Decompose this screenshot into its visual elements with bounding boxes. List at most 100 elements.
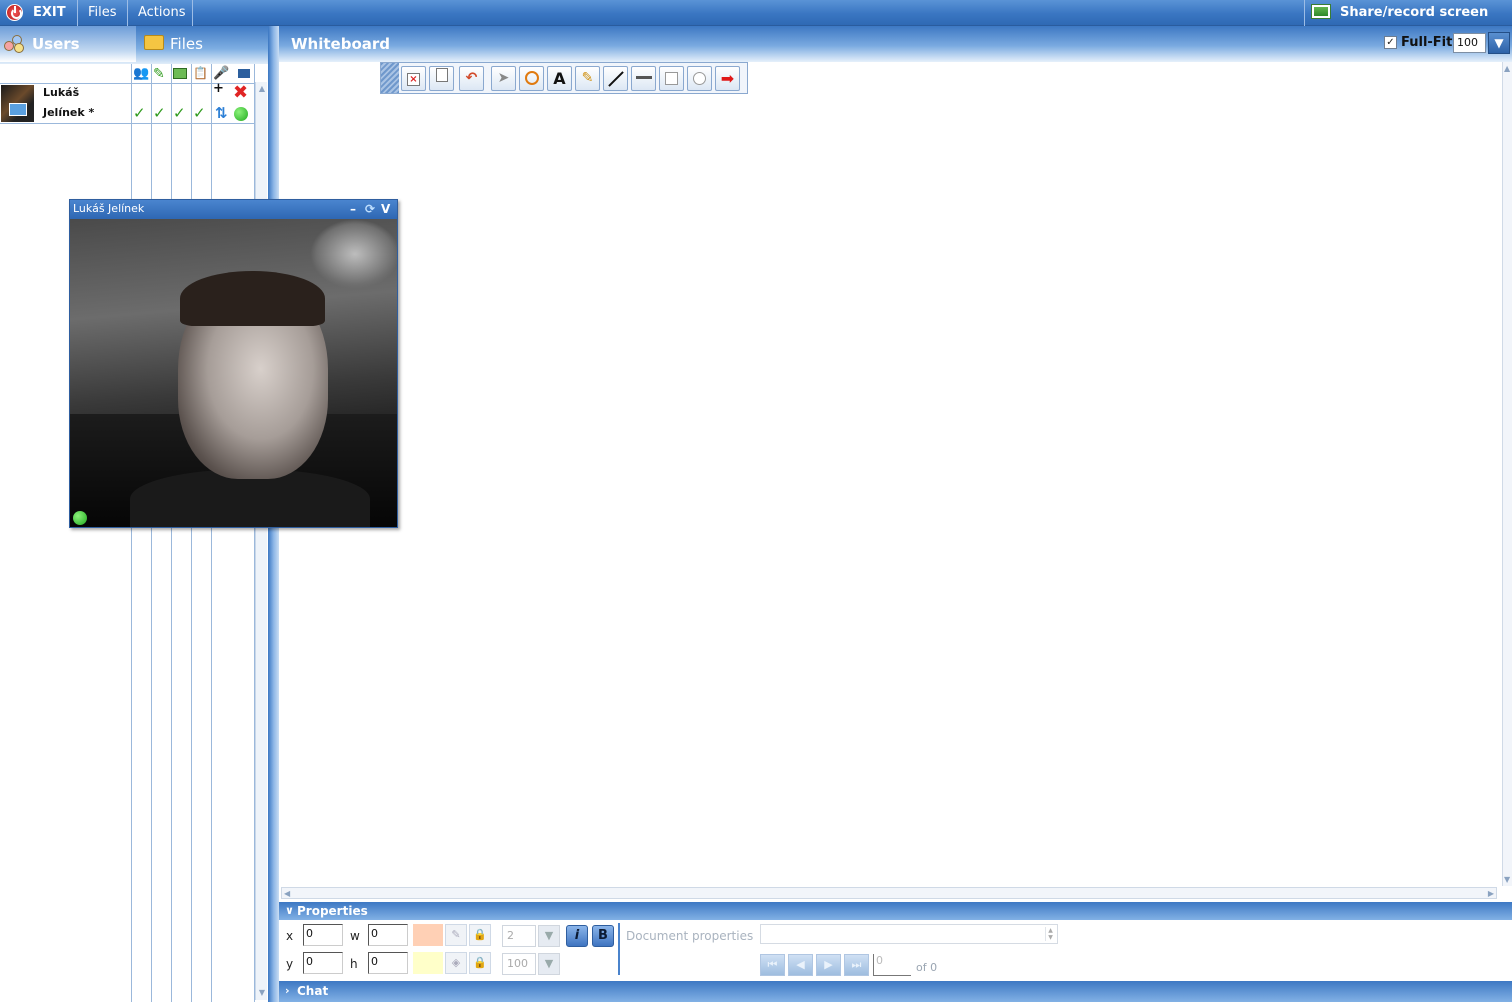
new-page-icon[interactable] bbox=[429, 66, 454, 91]
sync-icon[interactable]: ⟳ bbox=[365, 201, 375, 217]
whiteboard-title: Whiteboard bbox=[291, 35, 391, 53]
fill-icon[interactable]: ◈ bbox=[445, 952, 467, 974]
remove-user-icon[interactable]: ✖ bbox=[233, 84, 248, 102]
chevron-down-icon[interactable]: ▼ bbox=[538, 925, 560, 947]
rectangle-icon[interactable] bbox=[659, 66, 684, 91]
online-status-icon bbox=[73, 511, 87, 525]
last-page-button[interactable]: ⏭ bbox=[844, 954, 869, 976]
whiteboard-canvas[interactable] bbox=[279, 62, 1502, 886]
previous-page-button[interactable]: ◀ bbox=[788, 954, 813, 976]
camera-icon[interactable] bbox=[238, 66, 254, 82]
properties-title: Properties bbox=[297, 904, 368, 918]
next-page-button[interactable]: ▶ bbox=[816, 954, 841, 976]
lock-icon[interactable]: 🔒 bbox=[469, 924, 491, 946]
left-tabs: Users Files bbox=[0, 26, 268, 64]
files-menu[interactable]: Files bbox=[78, 0, 128, 26]
chevron-down-icon: ∨ bbox=[285, 904, 294, 917]
italic-button[interactable]: i bbox=[566, 925, 588, 947]
menubar: EXIT Files Actions Share/record screen bbox=[0, 0, 1512, 26]
fullfit-checkbox[interactable]: ✓ bbox=[1384, 36, 1397, 49]
page-input[interactable]: 0 bbox=[873, 954, 911, 976]
video-window-titlebar[interactable]: Lukáš Jelínek – ⟳ V bbox=[70, 200, 397, 219]
share-record-screen-button[interactable]: Share/record screen bbox=[1304, 0, 1512, 26]
page-count: of 0 bbox=[916, 961, 938, 974]
properties-header[interactable]: ∨ Properties bbox=[279, 902, 1512, 920]
actions-menu[interactable]: Actions bbox=[128, 0, 193, 26]
zoom-input[interactable]: 100 bbox=[1453, 33, 1486, 53]
pencil-icon[interactable]: ✎ bbox=[445, 924, 467, 946]
whiteboard-toolbar: × ↶ ➤ A ✎ ➡ bbox=[380, 62, 748, 94]
user-list-header: 👥 ✎ 📋 🎤+ bbox=[0, 64, 255, 96]
pointer-icon[interactable]: ➤ bbox=[491, 66, 516, 91]
share-label: Share/record screen bbox=[1340, 5, 1489, 20]
sync-icon[interactable]: ⇅ bbox=[215, 106, 228, 121]
h-input[interactable]: 0 bbox=[368, 952, 408, 974]
folder-icon bbox=[144, 35, 164, 50]
check-icon[interactable]: ✓ bbox=[153, 106, 169, 121]
undo-icon[interactable]: ↶ bbox=[459, 66, 484, 91]
video-window[interactable]: Lukáš Jelínek – ⟳ V bbox=[69, 199, 398, 528]
check-icon[interactable]: ✓ bbox=[193, 106, 209, 121]
tab-files[interactable]: Files bbox=[138, 26, 268, 62]
chevron-right-icon: › bbox=[285, 984, 290, 997]
scroll-up-icon[interactable]: ▲ bbox=[1504, 64, 1510, 73]
user-row[interactable]: Lukáš Jelínek * ✓ ✓ ✓ ✓ ✖ ⇅ bbox=[0, 84, 255, 124]
y-label: y bbox=[286, 957, 294, 971]
tab-users[interactable]: Users bbox=[0, 26, 136, 62]
document-properties-label: Document properties bbox=[626, 929, 754, 943]
draw-permission-icon[interactable]: ✎ bbox=[153, 66, 169, 82]
chat-title: Chat bbox=[297, 984, 329, 998]
document-select[interactable]: ▲ ▼ bbox=[760, 924, 1058, 944]
fill-color-swatch[interactable] bbox=[413, 952, 443, 974]
lock-icon[interactable]: 🔒 bbox=[469, 952, 491, 974]
power-icon bbox=[6, 4, 23, 21]
chevron-down-icon[interactable]: ▼ bbox=[538, 953, 560, 975]
whiteboard-header: Whiteboard ✓ Full-Fit 100 ▼ bbox=[279, 26, 1512, 62]
x-input[interactable]: 0 bbox=[303, 924, 343, 946]
spinner-icon: ▲ ▼ bbox=[1045, 927, 1055, 941]
underline-icon[interactable] bbox=[631, 66, 656, 91]
arrow-icon[interactable]: ➡ bbox=[715, 66, 740, 91]
scroll-up-icon[interactable]: ▲ bbox=[257, 84, 267, 94]
divider bbox=[618, 923, 620, 975]
w-input[interactable]: 0 bbox=[368, 924, 408, 946]
screen-share-permission-icon[interactable] bbox=[173, 66, 189, 82]
pointer-circle-icon[interactable] bbox=[519, 66, 544, 91]
online-status-icon bbox=[234, 107, 248, 121]
collapse-icon[interactable]: V bbox=[381, 201, 390, 217]
scroll-down-icon[interactable]: ▼ bbox=[257, 988, 267, 998]
remote-control-permission-icon[interactable]: 📋 bbox=[193, 66, 209, 82]
whiteboard-vertical-scrollbar[interactable]: ▲ ▼ bbox=[1502, 62, 1512, 886]
y-input[interactable]: 0 bbox=[303, 952, 343, 974]
properties-panel: x 0 w 0 y 0 h 0 ✎ 🔒 ◈ 🔒 2 ▼ 100 ▼ i B Do… bbox=[279, 920, 1512, 980]
exit-label: EXIT bbox=[33, 5, 66, 20]
users-icon bbox=[4, 35, 26, 53]
check-icon[interactable]: ✓ bbox=[173, 106, 189, 121]
video-window-title: Lukáš Jelínek bbox=[73, 202, 145, 215]
check-icon[interactable]: ✓ bbox=[133, 106, 149, 121]
fullfit-label: Full-Fit bbox=[1401, 35, 1453, 50]
toolbar-grip[interactable] bbox=[381, 63, 399, 93]
line-width-field[interactable]: 2 bbox=[502, 925, 536, 947]
scroll-down-icon[interactable]: ▼ bbox=[1504, 875, 1510, 884]
whiteboard-horizontal-scrollbar[interactable]: ◀ ▶ bbox=[281, 887, 1497, 899]
audio-video-permission-icon[interactable]: 🎤+ bbox=[213, 66, 229, 96]
first-page-button[interactable]: ⏮ bbox=[760, 954, 785, 976]
exit-button[interactable]: EXIT bbox=[0, 0, 78, 26]
line-color-swatch[interactable] bbox=[413, 924, 443, 946]
ellipse-icon[interactable] bbox=[687, 66, 712, 91]
scroll-right-icon[interactable]: ▶ bbox=[1488, 889, 1494, 898]
minimize-icon[interactable]: – bbox=[350, 201, 356, 217]
opacity-field[interactable]: 100 bbox=[502, 953, 536, 975]
line-icon[interactable] bbox=[603, 66, 628, 91]
monitor-icon bbox=[1311, 4, 1331, 19]
chat-header[interactable]: › Chat bbox=[279, 981, 1512, 1002]
zoom-dropdown-button[interactable]: ▼ bbox=[1488, 32, 1510, 54]
pencil-icon[interactable]: ✎ bbox=[575, 66, 600, 91]
moderator-icon[interactable]: 👥 bbox=[133, 66, 149, 82]
scroll-left-icon[interactable]: ◀ bbox=[284, 889, 290, 898]
bold-button[interactable]: B bbox=[592, 925, 614, 947]
text-icon[interactable]: A bbox=[547, 66, 572, 91]
user-first-name: Lukáš bbox=[43, 86, 80, 99]
clear-icon[interactable]: × bbox=[401, 66, 426, 91]
